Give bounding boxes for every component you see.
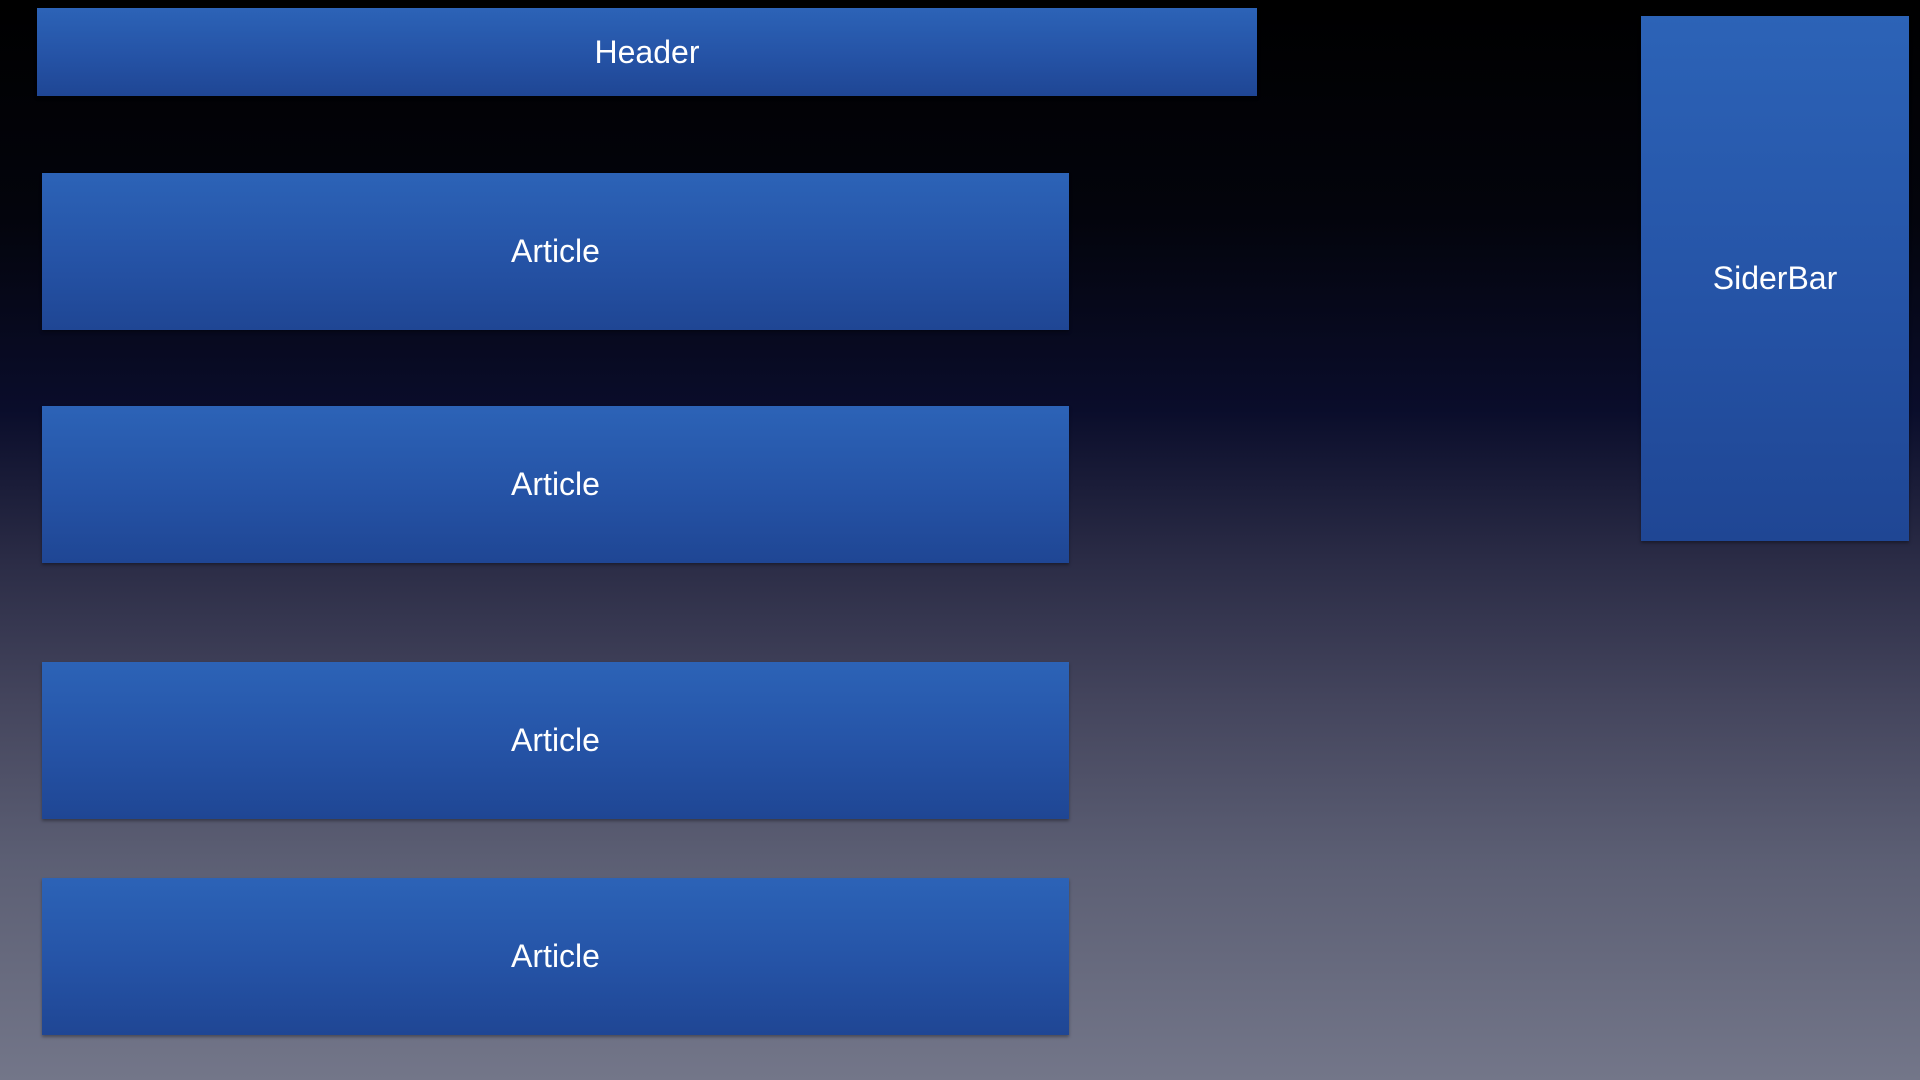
article-block-3: Article — [42, 662, 1069, 819]
header-label: Header — [594, 33, 700, 70]
article-block-1: Article — [42, 173, 1069, 330]
article-label: Article — [511, 466, 600, 502]
article-label: Article — [511, 938, 600, 974]
sidebar-block: SiderBar — [1641, 16, 1909, 541]
article-block-4: Article — [42, 878, 1069, 1035]
article-label: Article — [511, 233, 600, 269]
article-label: Article — [511, 722, 600, 758]
sidebar-label: SiderBar — [1712, 260, 1838, 296]
article-block-2: Article — [42, 406, 1069, 563]
header-block: Header — [37, 8, 1257, 96]
